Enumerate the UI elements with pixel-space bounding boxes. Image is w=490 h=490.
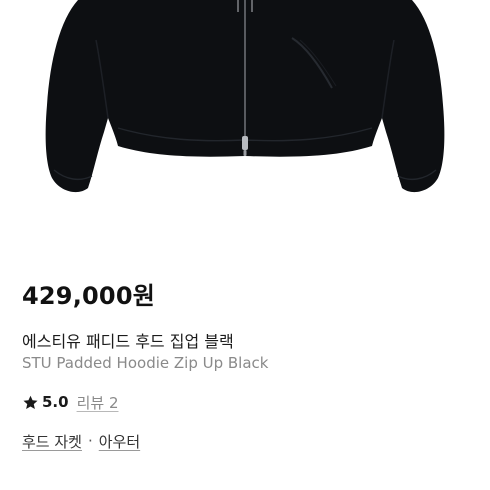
product-image[interactable]: [0, 0, 490, 232]
category-link-hood-jacket[interactable]: 후드 자켓: [22, 431, 82, 452]
category-link-outer[interactable]: 아우터: [99, 431, 140, 452]
category-breadcrumb: 후드 자켓 · 아우터: [22, 430, 140, 452]
product-name-korean: 에스티유 패디드 후드 집업 블랙: [22, 332, 234, 351]
product-price: 429,000원: [22, 282, 155, 310]
product-name-english: STU Padded Hoodie Zip Up Black: [22, 354, 269, 372]
rating-value: 5.0: [42, 393, 69, 411]
star-icon: [23, 395, 38, 409]
reviews-link[interactable]: 리뷰 2: [77, 392, 119, 413]
hoodie-photo: [45, 0, 445, 193]
rating-row: 5.0 리뷰 2: [22, 392, 119, 412]
product-detail-page: 429,000원 에스티유 패디드 후드 집업 블랙 STU Padded Ho…: [0, 0, 490, 490]
category-separator: ·: [87, 432, 93, 450]
